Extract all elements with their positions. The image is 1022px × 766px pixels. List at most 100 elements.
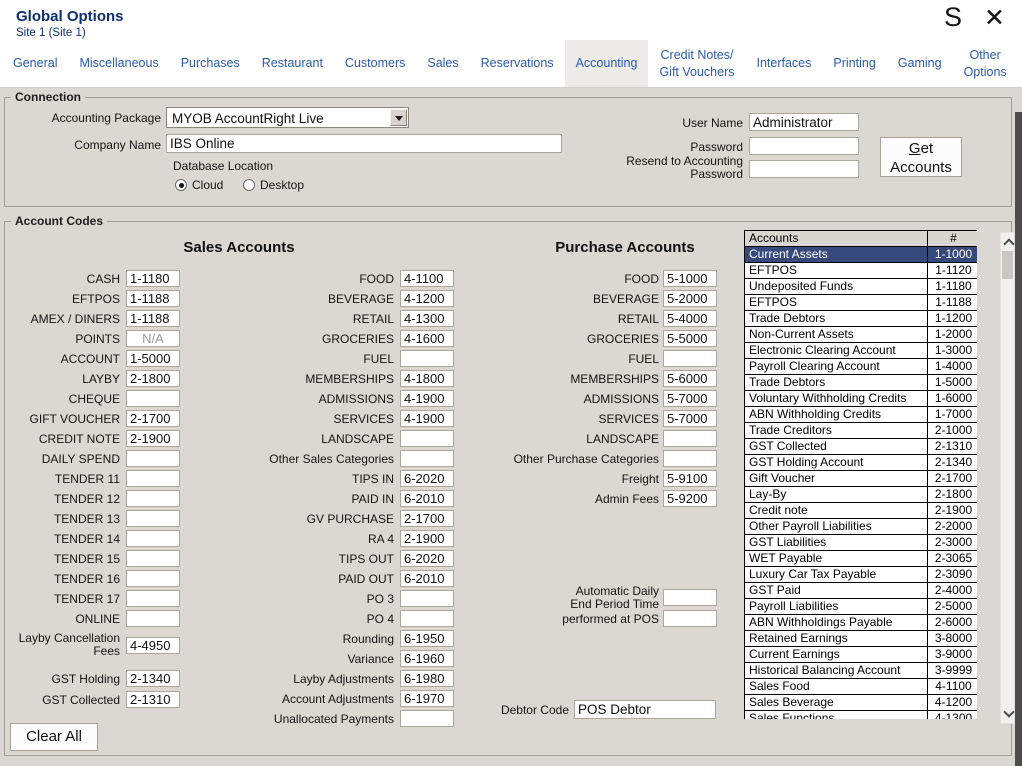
account-code-input-groceries[interactable]: [400, 330, 454, 347]
debtor-code-input[interactable]: [574, 700, 716, 719]
account-code-input-gst-collected[interactable]: [126, 691, 180, 708]
account-code-input-tender-15[interactable]: [126, 550, 180, 567]
close-icon[interactable]: ✕: [984, 3, 1005, 33]
account-code-input-groceries[interactable]: [663, 330, 717, 347]
account-code-input-tender-12[interactable]: [126, 490, 180, 507]
account-row[interactable]: Electronic Clearing Account1-3000: [745, 343, 978, 359]
account-row[interactable]: Current Earnings3-9000: [745, 647, 978, 663]
account-row[interactable]: EFTPOS1-1188: [745, 295, 978, 311]
account-row[interactable]: Credit note2-1900: [745, 503, 978, 519]
performed-at-pos-input[interactable]: [663, 610, 717, 627]
radio-cloud[interactable]: Cloud: [175, 178, 223, 192]
tab-miscellaneous[interactable]: Miscellaneous: [68, 40, 169, 87]
account-code-input-online[interactable]: [126, 610, 180, 627]
account-code-input-account[interactable]: [126, 350, 180, 367]
account-code-input-rounding[interactable]: [400, 630, 454, 647]
tab-gaming[interactable]: Gaming: [887, 40, 953, 87]
dropdown-button[interactable]: [390, 109, 407, 126]
account-row[interactable]: GST Liabilities2-3000: [745, 535, 978, 551]
account-row[interactable]: WET Payable2-3065: [745, 551, 978, 567]
account-row[interactable]: Payroll Clearing Account1-4000: [745, 359, 978, 375]
account-row[interactable]: Trade Debtors1-5000: [745, 375, 978, 391]
account-code-input-eftpos[interactable]: [126, 290, 180, 307]
scroll-up-icon[interactable]: [1003, 238, 1014, 249]
account-row[interactable]: Historical Balancing Account3-9999: [745, 663, 978, 679]
account-code-input-paid-in[interactable]: [400, 490, 454, 507]
account-code-input-landscape[interactable]: [400, 430, 454, 447]
account-code-input-po-3[interactable]: [400, 590, 454, 607]
account-row[interactable]: Voluntary Withholding Credits1-6000: [745, 391, 978, 407]
account-code-input-landscape[interactable]: [663, 430, 717, 447]
account-code-input-layby-cancellation-fees[interactable]: [126, 637, 180, 654]
account-code-input-food[interactable]: [400, 270, 454, 287]
s-button[interactable]: S: [944, 2, 962, 33]
account-row[interactable]: GST Collected2-1310: [745, 439, 978, 455]
account-code-input-other-sales-categories[interactable]: [400, 450, 454, 467]
radio-desktop[interactable]: Desktop: [243, 178, 304, 192]
account-code-input-ra-4[interactable]: [400, 530, 454, 547]
account-code-input-tender-16[interactable]: [126, 570, 180, 587]
accounting-package-select[interactable]: MYOB AccountRight Live: [166, 107, 409, 128]
scroll-down-icon[interactable]: [1003, 706, 1014, 717]
account-code-input-services[interactable]: [400, 410, 454, 427]
account-code-input-tender-17[interactable]: [126, 590, 180, 607]
account-row[interactable]: Current Assets1-1000: [745, 247, 978, 263]
accounts-scrollbar[interactable]: [1000, 232, 1015, 724]
account-row[interactable]: Sales Food4-1100: [745, 679, 978, 695]
account-row[interactable]: ABN Withholding Credits1-7000: [745, 407, 978, 423]
account-code-input-gift-voucher[interactable]: [126, 410, 180, 427]
account-code-input-cheque[interactable]: [126, 390, 180, 407]
account-row[interactable]: EFTPOS1-1120: [745, 263, 978, 279]
tab-purchases[interactable]: Purchases: [170, 40, 251, 87]
tab-general[interactable]: General: [2, 40, 68, 87]
account-code-input-unallocated-payments[interactable]: [400, 710, 454, 727]
tab-restaurant[interactable]: Restaurant: [251, 40, 334, 87]
account-row[interactable]: Undeposited Funds1-1180: [745, 279, 978, 295]
account-code-input-account-adjustments[interactable]: [400, 690, 454, 707]
account-code-input-layby[interactable]: [126, 370, 180, 387]
clear-all-button[interactable]: Clear All: [10, 723, 98, 751]
account-code-input-tips-in[interactable]: [400, 470, 454, 487]
account-row[interactable]: Other Payroll Liabilities2-2000: [745, 519, 978, 535]
account-row[interactable]: Sales Functions4-1300: [745, 711, 978, 720]
account-code-input-points[interactable]: [126, 330, 180, 347]
account-row[interactable]: Payroll Liabilities2-5000: [745, 599, 978, 615]
account-code-input-fuel[interactable]: [663, 350, 717, 367]
account-code-input-daily-spend[interactable]: [126, 450, 180, 467]
account-code-input-memberships[interactable]: [663, 370, 717, 387]
resend-password-input[interactable]: [749, 160, 859, 178]
account-row[interactable]: GST Holding Account2-1340: [745, 455, 978, 471]
account-row[interactable]: Gift Voucher2-1700: [745, 471, 978, 487]
account-code-input-services[interactable]: [663, 410, 717, 427]
account-code-input-variance[interactable]: [400, 650, 454, 667]
account-code-input-other-purchase-categories[interactable]: [663, 450, 717, 467]
tab-reservations[interactable]: Reservations: [470, 40, 565, 87]
account-row[interactable]: Trade Creditors2-1000: [745, 423, 978, 439]
tab-other-options[interactable]: Other Options: [953, 40, 1018, 87]
tab-credit-notes-gift-vouchers[interactable]: Credit Notes/ Gift Vouchers: [648, 40, 745, 87]
tab-interfaces[interactable]: Interfaces: [746, 40, 823, 87]
account-code-input-beverage[interactable]: [663, 290, 717, 307]
account-row[interactable]: Lay-By2-1800: [745, 487, 978, 503]
account-code-input-gv-purchase[interactable]: [400, 510, 454, 527]
end-period-input[interactable]: [663, 589, 717, 606]
account-code-input-admin-fees[interactable]: [663, 490, 717, 507]
account-row[interactable]: Trade Debtors1-1200: [745, 311, 978, 327]
account-code-input-gst-holding[interactable]: [126, 670, 180, 687]
tab-sales[interactable]: Sales: [416, 40, 469, 87]
account-row[interactable]: GST Paid2-4000: [745, 583, 978, 599]
account-code-input-amex-diners[interactable]: [126, 310, 180, 327]
account-code-input-admissions[interactable]: [400, 390, 454, 407]
password-input[interactable]: [749, 137, 859, 155]
account-row[interactable]: Sales Beverage4-1200: [745, 695, 978, 711]
account-code-input-retail[interactable]: [663, 310, 717, 327]
tab-customers[interactable]: Customers: [334, 40, 416, 87]
tab-accounting[interactable]: Accounting: [565, 40, 649, 87]
account-row[interactable]: Retained Earnings3-8000: [745, 631, 978, 647]
account-code-input-food[interactable]: [663, 270, 717, 287]
account-code-input-memberships[interactable]: [400, 370, 454, 387]
account-code-input-credit-note[interactable]: [126, 430, 180, 447]
account-code-input-cash[interactable]: [126, 270, 180, 287]
get-accounts-button[interactable]: Get Accounts: [880, 137, 962, 177]
account-code-input-po-4[interactable]: [400, 610, 454, 627]
